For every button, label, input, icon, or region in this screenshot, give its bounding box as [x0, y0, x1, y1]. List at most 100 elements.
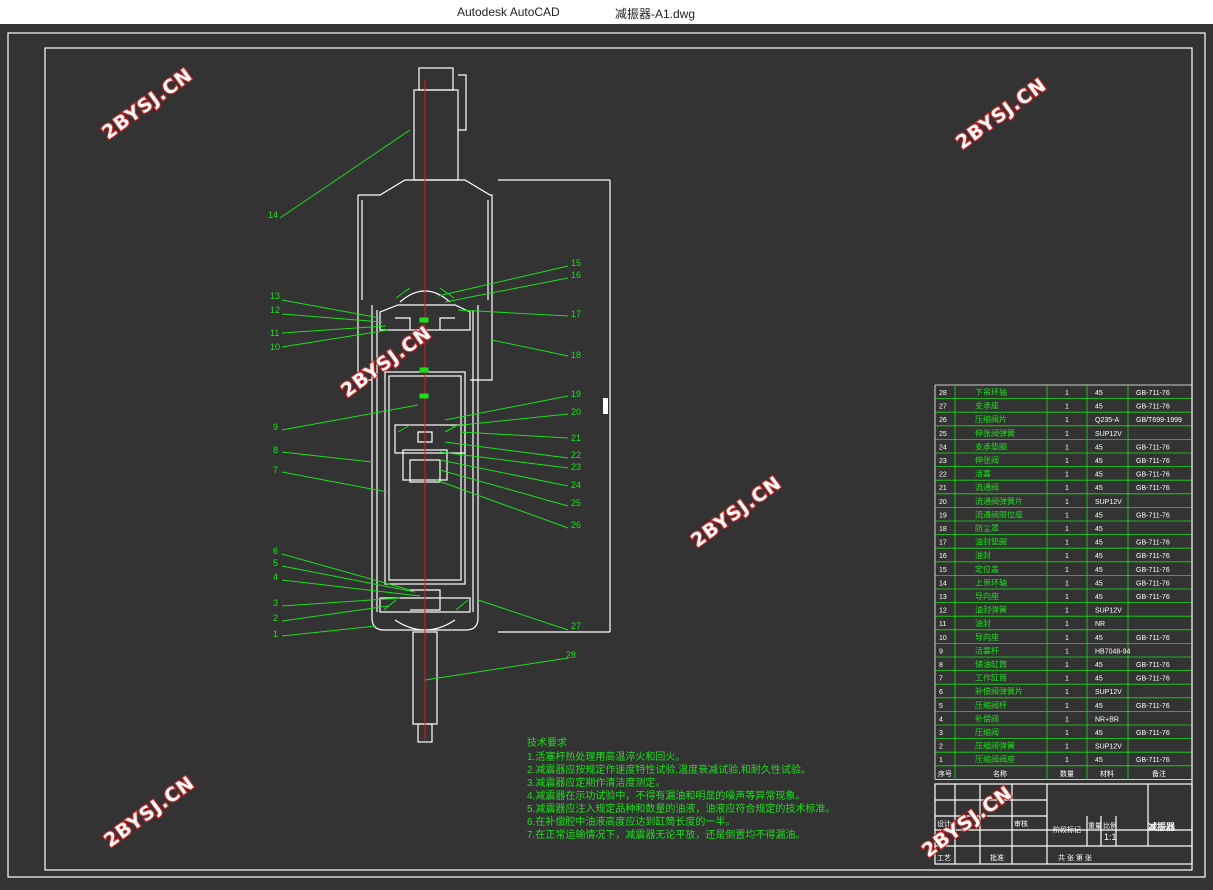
bom-material: SUP12V [1095, 431, 1122, 438]
scale-label: 比例 [1103, 821, 1117, 830]
bom-material: 45 [1095, 730, 1103, 737]
bom-no: 9 [939, 648, 943, 655]
bom-material: 45 [1095, 512, 1103, 519]
bom-qty: 1 [1065, 744, 1069, 751]
bom-no: 3 [939, 730, 943, 737]
bom-qty: 1 [1065, 499, 1069, 506]
bom-material: HB7048-94 [1095, 648, 1131, 655]
bom-standard: GB-711-76 [1136, 676, 1170, 683]
bom-qty: 1 [1065, 689, 1069, 696]
parts-list-table: 28 下吊环轴 1 45 GB-711-7627 支承座 1 45 GB-711-7626 压缩阀… [934, 384, 1193, 780]
bom-standard: GB-711-76 [1136, 404, 1170, 411]
bom-no: 8 [939, 662, 943, 669]
callout: 27 [571, 621, 581, 631]
bom-material: NR+BR [1095, 716, 1119, 723]
bom-name: 伸张阀弹簧 [975, 428, 1015, 438]
drawing-canvas[interactable]: 14 13 12 11 10 9 8 7 6 5 4 3 2 1 15 16 1… [0, 24, 1213, 885]
bom-header-material: 材料 [1100, 769, 1114, 778]
bom-no: 13 [939, 594, 947, 601]
callout: 13 [270, 291, 280, 301]
bom-name: 储油缸筒 [975, 659, 1007, 669]
bom-no: 7 [939, 676, 943, 683]
bom-standard: GB-711-76 [1136, 472, 1170, 479]
bom-no: 16 [939, 553, 947, 560]
bom-qty: 1 [1065, 648, 1069, 655]
bom-material: 45 [1095, 676, 1103, 683]
callout: 18 [571, 350, 581, 360]
callout: 24 [571, 480, 581, 490]
tech-line: 1.活塞杆热处理用高温淬火和回火。 [527, 750, 685, 763]
bom-name: 上吊环轴 [975, 577, 1007, 587]
bom-header-no: 序号 [938, 769, 952, 778]
bom-standard: GB-711-76 [1136, 444, 1170, 451]
bom-standard: GB-711-76 [1136, 553, 1170, 560]
bom-no: 22 [939, 472, 947, 479]
bom-material: 45 [1095, 404, 1103, 411]
bom-name: 补偿阀弹簧片 [975, 686, 1023, 696]
bom-standard: GB-711-76 [1136, 567, 1170, 574]
bom-qty: 1 [1065, 676, 1069, 683]
outer-border [7, 32, 1206, 878]
bom-no: 23 [939, 458, 947, 465]
bom-no: 19 [939, 512, 947, 519]
tech-line: 2.减震器应按规定作速度特性试验,温度衰减试验,和耐久性试验。 [527, 763, 811, 776]
bom-standard: GB-711-76 [1136, 540, 1170, 547]
right-callouts: 15 16 17 18 19 20 21 22 23 24 25 26 27 2… [566, 258, 581, 660]
bom-name: 工作缸筒 [975, 673, 1007, 683]
bom-material: 45 [1095, 703, 1103, 710]
bom-no: 14 [939, 580, 947, 587]
bom-standard: GB-711-76 [1136, 580, 1170, 587]
bom-qty: 1 [1065, 526, 1069, 533]
callout: 4 [273, 572, 278, 582]
bom-qty: 1 [1065, 703, 1069, 710]
bom-name: 压缩阀杆 [975, 700, 1007, 710]
bom-material: 45 [1095, 635, 1103, 642]
callout: 23 [571, 462, 581, 472]
bom-no: 20 [939, 499, 947, 506]
bom-name: 油封弹簧 [975, 605, 1007, 615]
check-label: 审核 [1014, 819, 1028, 828]
bom-qty: 1 [1065, 567, 1069, 574]
bom-material: 45 [1095, 594, 1103, 601]
bom-standard: GB-711-76 [1136, 390, 1170, 397]
callout: 25 [571, 498, 581, 508]
bom-material: 45 [1095, 567, 1103, 574]
bom-qty: 1 [1065, 417, 1069, 424]
inner-border [44, 47, 1193, 871]
bom-qty: 1 [1065, 730, 1069, 737]
bom-material: Q235-A [1095, 417, 1119, 424]
bom-name: 压缩阀 [975, 727, 999, 737]
bom-standard: GB-711-76 [1136, 730, 1170, 737]
bom-name: 活塞 [975, 469, 991, 479]
callout: 2 [273, 613, 278, 623]
bom-no: 10 [939, 635, 947, 642]
bom-qty: 1 [1065, 458, 1069, 465]
tech-line: 4.减震器在示功试验中，不得有漏油和明显的噪声等异常现象。 [527, 789, 805, 802]
bom-name: 流通阀限位座 [975, 509, 1023, 519]
bom-qty: 1 [1065, 512, 1069, 519]
bom-material: 45 [1095, 485, 1103, 492]
bom-name: 补偿阀 [975, 713, 999, 723]
watermark: 2BYSJ.CN [337, 322, 436, 402]
watermark: 2BYSJ.CN [100, 772, 199, 852]
watermark: 2BYSJ.CN [952, 74, 1051, 154]
bom-qty: 1 [1065, 608, 1069, 615]
bom-material: SUP12V [1095, 689, 1122, 696]
callout: 21 [571, 433, 581, 443]
callout: 22 [571, 450, 581, 460]
callout: 16 [571, 270, 581, 280]
bom-no: 25 [939, 431, 947, 438]
bom-material: 45 [1095, 472, 1103, 479]
document-title: 减振器-A1.dwg [615, 7, 696, 21]
bom-no: 27 [939, 404, 947, 411]
callout: 28 [566, 650, 576, 660]
bom-header-standard: 备注 [1152, 769, 1166, 778]
shock-absorber-drawing [357, 67, 611, 743]
left-callouts: 14 13 12 11 10 9 8 7 6 5 4 3 2 1 [268, 210, 280, 639]
bom-standard: GB-711-76 [1136, 594, 1170, 601]
approve-label: 批准 [990, 853, 1004, 862]
callout: 17 [571, 309, 581, 319]
bom-name: 下吊环轴 [975, 387, 1007, 397]
drawing-name: 减振器 [1148, 821, 1176, 832]
scale-value: 1:1 [1104, 832, 1117, 842]
